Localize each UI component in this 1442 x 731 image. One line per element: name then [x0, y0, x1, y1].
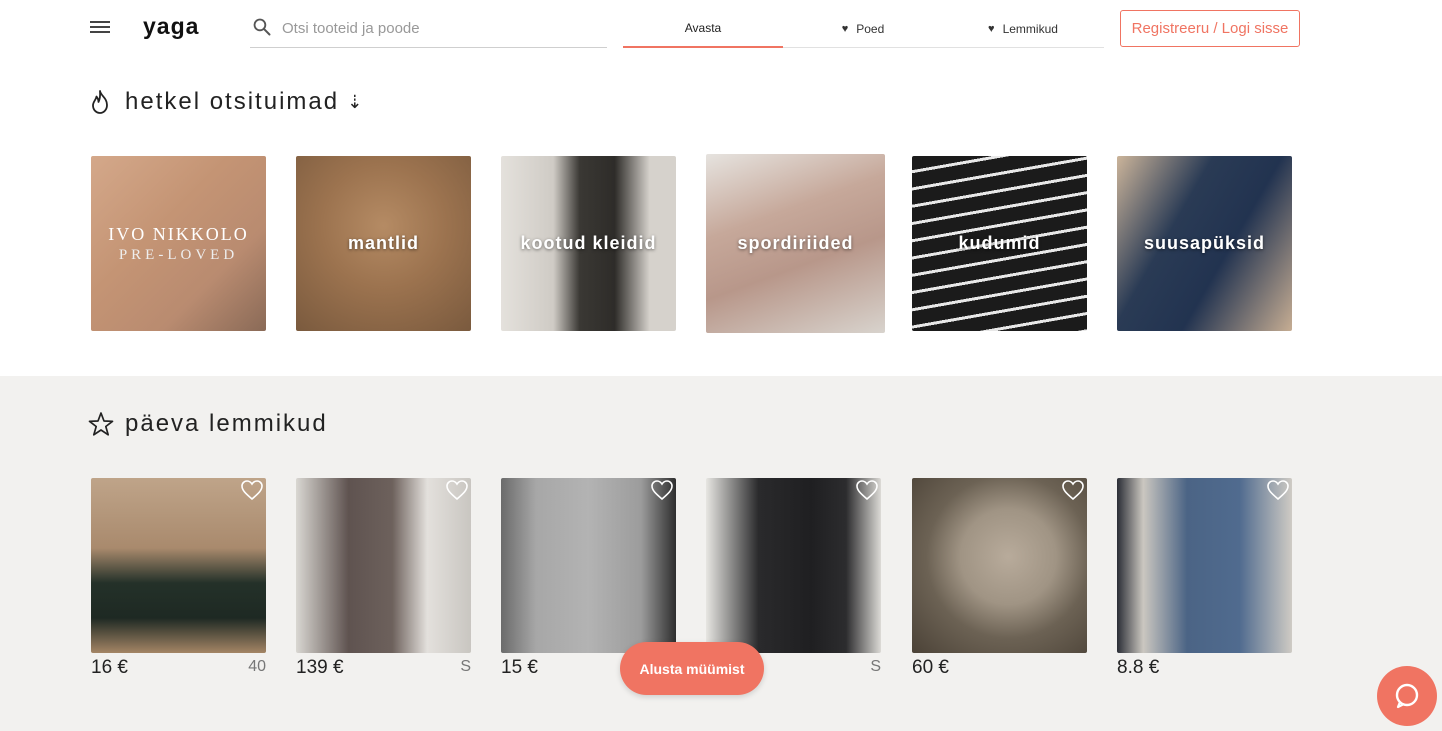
heart-outline-icon[interactable]	[650, 479, 674, 501]
category-label: spordiriided	[737, 233, 854, 253]
product-size: S	[870, 658, 881, 675]
product-image[interactable]	[296, 478, 471, 653]
arrow-down-icon[interactable]: ⇣	[347, 92, 362, 113]
tab-label: Lemmikud	[1002, 22, 1058, 36]
section-heading: päeva lemmikud	[125, 410, 328, 437]
product-card[interactable]: 60 €	[912, 478, 1087, 683]
tab-lemmikud[interactable]: ♥ Lemmikud	[943, 10, 1103, 48]
product-card[interactable]: 8.8 €	[1117, 478, 1292, 683]
category-brand-subtitle: PRE-LOVED	[118, 246, 239, 263]
register-login-button[interactable]: Registreeru / Logi sisse	[1120, 10, 1300, 47]
trending-section-title: hetkel otsituimad ⇣	[88, 86, 362, 118]
heart-outline-icon[interactable]	[445, 479, 469, 501]
logo[interactable]: yaga	[143, 13, 199, 40]
tab-label: Avasta	[684, 21, 722, 35]
heart-outline-icon[interactable]	[1266, 479, 1290, 501]
category-card-kudumid[interactable]: kudumid	[912, 156, 1087, 331]
category-card-spordiriided[interactable]: spordiriided	[706, 154, 885, 333]
category-brand-name: IVO NIKKOLO	[108, 223, 249, 244]
category-label: suusapüksid	[1143, 233, 1266, 253]
product-image[interactable]	[706, 478, 881, 653]
heart-outline-icon[interactable]	[855, 479, 879, 501]
favorites-section-title: päeva lemmikud	[88, 408, 328, 440]
category-card-mantlid[interactable]: mantlid	[296, 156, 471, 331]
search-bar	[250, 10, 607, 48]
heart-icon: ♥	[988, 23, 995, 35]
heart-outline-icon[interactable]	[240, 479, 264, 501]
top-header: yaga Avasta ♥ Poed ♥ Lemmikud Registreer…	[0, 0, 1442, 56]
heart-icon: ♥	[841, 23, 849, 35]
product-image[interactable]	[912, 478, 1087, 653]
start-selling-button[interactable]: Alusta müümist	[620, 642, 764, 695]
category-label: kudumid	[958, 233, 1041, 253]
star-icon	[88, 412, 114, 436]
heart-outline-icon[interactable]	[1061, 479, 1085, 501]
tab-poed[interactable]: ♥ Poed	[783, 10, 943, 48]
flame-icon	[92, 90, 108, 114]
product-price: 139 €	[296, 657, 344, 678]
product-image[interactable]	[91, 478, 266, 653]
category-card-ivo-nikkolo[interactable]: IVO NIKKOLO PRE-LOVED	[91, 156, 266, 331]
product-size: 40	[248, 658, 266, 675]
product-card[interactable]: 139 € S	[296, 478, 471, 683]
section-heading: hetkel otsituimad	[125, 88, 340, 115]
category-label: kootud kleidid	[520, 233, 657, 253]
product-size: S	[460, 658, 471, 675]
product-price: 8.8 €	[1117, 657, 1160, 678]
category-label: mantlid	[347, 233, 419, 253]
tab-label: Poed	[856, 22, 885, 36]
category-card-suusapuksid[interactable]: suusapüksid	[1117, 156, 1292, 331]
tab-avasta[interactable]: Avasta	[623, 10, 783, 48]
product-price: 16 €	[91, 657, 128, 678]
chat-support-button[interactable]	[1377, 666, 1437, 726]
chat-bubble-icon	[1395, 683, 1419, 709]
product-image[interactable]	[1117, 478, 1292, 653]
product-image[interactable]	[501, 478, 676, 653]
product-card[interactable]: 16 € 40	[91, 478, 266, 683]
main-tabs: Avasta ♥ Poed ♥ Lemmikud	[623, 10, 1104, 48]
search-icon[interactable]	[252, 17, 272, 37]
product-price: 60 €	[912, 657, 949, 678]
category-card-kootud-kleidid[interactable]: kootud kleidid	[501, 156, 676, 331]
search-input[interactable]	[282, 16, 602, 40]
hamburger-menu-icon[interactable]	[88, 18, 112, 38]
product-price: 15 €	[501, 657, 538, 678]
